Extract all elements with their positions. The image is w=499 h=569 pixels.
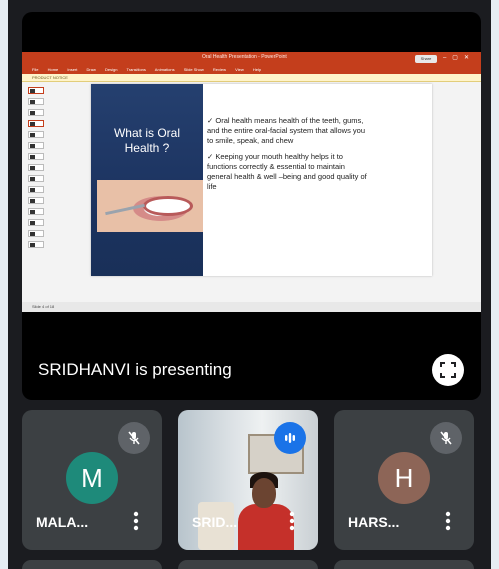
mic-off-indicator: [118, 422, 150, 454]
slide-thumbnail: [28, 241, 44, 248]
slide-thumbnail: [28, 131, 44, 138]
ppt-window-title: Oral Health Presentation - PowerPoint: [202, 54, 287, 60]
more-options-button[interactable]: [440, 508, 456, 534]
ppt-tab: Slide Show: [183, 67, 204, 72]
slide-thumbnail: [28, 186, 44, 193]
slide-thumbnail: [28, 120, 44, 127]
slide-title-panel: What is Oral Health ?: [91, 84, 203, 276]
avatar: H: [378, 452, 430, 504]
participant-tile[interactable]: M MALA...: [22, 410, 162, 550]
mic-off-icon: [128, 431, 140, 445]
more-vert-icon: [133, 511, 139, 531]
ppt-tab: Draw: [86, 67, 96, 72]
fullscreen-button[interactable]: [432, 354, 464, 386]
participant-tile[interactable]: SRID...: [178, 410, 318, 550]
ppt-notice-bar: PRODUCT NOTICE: [22, 74, 481, 82]
ppt-status-bar: Slide 4 of 18: [22, 302, 481, 312]
slide-thumbnail: [28, 142, 44, 149]
current-slide: What is Oral Health ? ✓ Oral health mean…: [91, 84, 432, 276]
smile-photo: [97, 180, 203, 232]
slide-thumbnail: [28, 219, 44, 226]
more-vert-icon: [289, 511, 295, 531]
participant-name: HARS...: [348, 514, 400, 530]
mic-off-indicator: [430, 422, 462, 454]
mic-off-icon: [440, 431, 452, 445]
shared-screen: Oral Health Presentation - PowerPoint Sh…: [22, 52, 481, 312]
presentation-stage[interactable]: Oral Health Presentation - PowerPoint Sh…: [22, 12, 481, 400]
slide-thumbnail: [28, 87, 44, 94]
more-options-button[interactable]: [284, 508, 300, 534]
ppt-ribbon: File Home Insert Draw Design Transitions…: [22, 66, 481, 74]
participant-tile-partial: [334, 560, 474, 569]
slide-thumbnail: [28, 175, 44, 182]
presenter-label: SRIDHANVI is presenting: [38, 360, 232, 379]
slide-bullet: ✓ Keeping your mouth healthy helps it to…: [207, 152, 367, 191]
slide-heading: What is Oral Health ?: [113, 126, 180, 155]
more-options-button[interactable]: [128, 508, 144, 534]
audio-wave-icon: [285, 433, 295, 443]
ppt-tab: Home: [47, 67, 59, 72]
participant-name: SRID...: [192, 514, 238, 530]
fullscreen-icon: [440, 362, 456, 378]
slide-thumbnail: [28, 153, 44, 160]
participant-name: MALA...: [36, 514, 89, 530]
participant-tile[interactable]: H HARS...: [334, 410, 474, 550]
participant-tile-partial: [22, 560, 162, 569]
ppt-tab: Review: [212, 67, 226, 72]
slide-thumbnail: [28, 230, 44, 237]
ppt-window-controls: –▢✕: [442, 55, 475, 61]
slide-thumbnail: [28, 98, 44, 105]
ppt-titlebar: Oral Health Presentation - PowerPoint Sh…: [22, 52, 481, 66]
more-vert-icon: [445, 511, 451, 531]
ppt-tab: Transitions: [126, 67, 146, 72]
ppt-tab: File: [32, 67, 39, 72]
slide-thumbnail: [28, 164, 44, 171]
slide-thumbnail: [28, 208, 44, 215]
video-person-head: [252, 478, 276, 508]
ppt-tab: Design: [104, 67, 118, 72]
participant-tile-partial: [178, 560, 318, 569]
slide-bullets: ✓ Oral health means health of the teeth,…: [207, 116, 367, 198]
ppt-tab: Animations: [154, 67, 175, 72]
speaking-indicator: [274, 422, 306, 454]
slide-thumbnails: [24, 84, 46, 296]
slide-bullet: ✓ Oral health means health of the teeth,…: [207, 116, 365, 145]
avatar: M: [66, 452, 118, 504]
ppt-tab: Help: [252, 67, 262, 72]
slide-thumbnail: [28, 197, 44, 204]
ppt-tab: View: [235, 67, 244, 72]
slide-thumbnail: [28, 109, 44, 116]
ppt-share-button: Share: [415, 55, 437, 63]
ppt-tab: Insert: [67, 67, 78, 72]
